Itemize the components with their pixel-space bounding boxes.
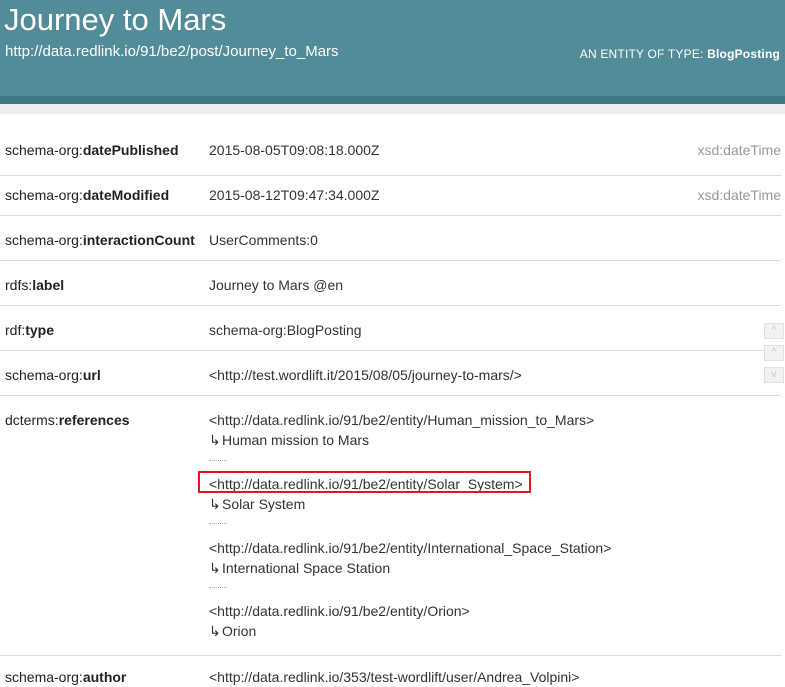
chevron-down-icon: v bbox=[771, 369, 777, 380]
value-date-modified: 2015-08-12T09:47:34.000Z bbox=[209, 187, 380, 203]
predicate-name: dateModified bbox=[82, 187, 170, 203]
reference-label-line: ↳Solar System bbox=[209, 494, 523, 514]
scroll-up-button[interactable]: ^ bbox=[764, 323, 784, 339]
value-url[interactable]: <http://test.wordlift.it/2015/08/05/jour… bbox=[209, 365, 522, 385]
predicate-name: datePublished bbox=[82, 142, 179, 158]
reference-uri[interactable]: <http://data.redlink.io/91/be2/entity/Hu… bbox=[209, 410, 594, 430]
predicate-url[interactable]: schema-org:url bbox=[5, 365, 101, 385]
chevron-up-icon: ^ bbox=[771, 347, 777, 358]
predicate-prefix: rdf: bbox=[5, 322, 26, 338]
predicate-type[interactable]: rdf:type bbox=[5, 320, 54, 340]
datatype-label: xsd:dateTime bbox=[697, 142, 781, 158]
scroll-down-button[interactable]: v bbox=[764, 367, 784, 383]
predicate-date-published[interactable]: schema-org:datePublished bbox=[5, 140, 179, 160]
predicate-name: interactionCount bbox=[82, 232, 195, 248]
reference-item: <http://data.redlink.io/91/be2/entity/In… bbox=[209, 538, 611, 578]
predicate-prefix: dcterms: bbox=[5, 412, 59, 428]
reference-label-line: ↳Human mission to Mars bbox=[209, 430, 594, 450]
property-row-label: rdfs:label Journey to Mars @en bbox=[0, 275, 781, 306]
header-divider bbox=[0, 104, 785, 114]
predicate-name: type bbox=[25, 322, 55, 338]
property-row-date-modified: schema-org:dateModified 2015-08-12T09:47… bbox=[0, 185, 781, 216]
reference-item: <http://data.redlink.io/91/be2/entity/Or… bbox=[209, 601, 470, 641]
reference-label: International Space Station bbox=[222, 560, 391, 576]
entity-type-name[interactable]: BlogPosting bbox=[707, 47, 780, 61]
reference-label-line: ↳International Space Station bbox=[209, 558, 611, 578]
predicate-prefix: schema-org: bbox=[5, 232, 83, 248]
predicate-prefix: rdfs: bbox=[5, 277, 33, 293]
property-row-url: schema-org:url <http://test.wordlift.it/… bbox=[0, 365, 781, 396]
entity-header: Journey to Mars http://data.redlink.io/9… bbox=[0, 0, 785, 96]
predicate-name: label bbox=[32, 277, 65, 293]
value-interaction-count: UserComments:0 bbox=[209, 232, 318, 248]
datatype-label: xsd:dateTime bbox=[697, 187, 781, 203]
predicate-interaction-count[interactable]: schema-org:interactionCount bbox=[5, 230, 195, 250]
predicate-name: references bbox=[58, 412, 130, 428]
reference-label: Human mission to Mars bbox=[222, 432, 370, 448]
reference-label: Orion bbox=[222, 623, 257, 639]
reference-separator bbox=[209, 523, 227, 524]
reference-label: Solar System bbox=[222, 496, 306, 512]
reference-item: <http://data.redlink.io/91/be2/entity/Hu… bbox=[209, 410, 594, 450]
predicate-name: author bbox=[82, 669, 127, 685]
value-date-published: 2015-08-05T09:08:18.000Z bbox=[209, 142, 380, 158]
reference-uri[interactable]: <http://data.redlink.io/91/be2/entity/Or… bbox=[209, 601, 470, 621]
property-row-author: schema-org:author <http://data.redlink.i… bbox=[0, 667, 781, 686]
return-arrow-icon: ↳ bbox=[209, 432, 221, 448]
highlight-box bbox=[198, 471, 531, 493]
property-row-date-published: schema-org:datePublished 2015-08-05T09:0… bbox=[0, 140, 781, 176]
value-type[interactable]: schema-org:BlogPosting bbox=[209, 320, 362, 340]
predicate-prefix: schema-org: bbox=[5, 142, 83, 158]
property-row-interaction-count: schema-org:interactionCount UserComments… bbox=[0, 230, 781, 261]
return-arrow-icon: ↳ bbox=[209, 496, 221, 512]
page-title: Journey to Mars bbox=[4, 2, 227, 37]
header-strip bbox=[0, 96, 785, 104]
predicate-prefix: schema-org: bbox=[5, 367, 83, 383]
predicate-references[interactable]: dcterms:references bbox=[5, 410, 130, 430]
entity-type-line: AN ENTITY OF TYPE: BlogPosting bbox=[580, 46, 780, 62]
predicate-author[interactable]: schema-org:author bbox=[5, 667, 126, 687]
return-arrow-icon: ↳ bbox=[209, 560, 221, 576]
predicate-prefix: schema-org: bbox=[5, 669, 83, 685]
entity-type-prefix: AN ENTITY OF TYPE: bbox=[579, 47, 704, 61]
property-row-type: rdf:type schema-org:BlogPosting bbox=[0, 320, 781, 351]
chevron-up-icon: ^ bbox=[771, 325, 777, 336]
predicate-label[interactable]: rdfs:label bbox=[5, 275, 64, 295]
predicate-date-modified[interactable]: schema-org:dateModified bbox=[5, 185, 169, 205]
return-arrow-icon: ↳ bbox=[209, 623, 221, 639]
reference-separator bbox=[209, 460, 227, 461]
predicate-name: url bbox=[82, 367, 101, 383]
entity-uri[interactable]: http://data.redlink.io/91/be2/post/Journ… bbox=[5, 42, 339, 62]
reference-separator bbox=[209, 587, 227, 588]
reference-label-line: ↳Orion bbox=[209, 621, 470, 641]
value-label: Journey to Mars @en bbox=[209, 277, 344, 293]
reference-uri[interactable]: <http://data.redlink.io/91/be2/entity/In… bbox=[209, 538, 611, 558]
value-author[interactable]: <http://data.redlink.io/353/test-wordlif… bbox=[209, 667, 579, 687]
scroll-up-button-2[interactable]: ^ bbox=[764, 345, 784, 361]
predicate-prefix: schema-org: bbox=[5, 187, 83, 203]
